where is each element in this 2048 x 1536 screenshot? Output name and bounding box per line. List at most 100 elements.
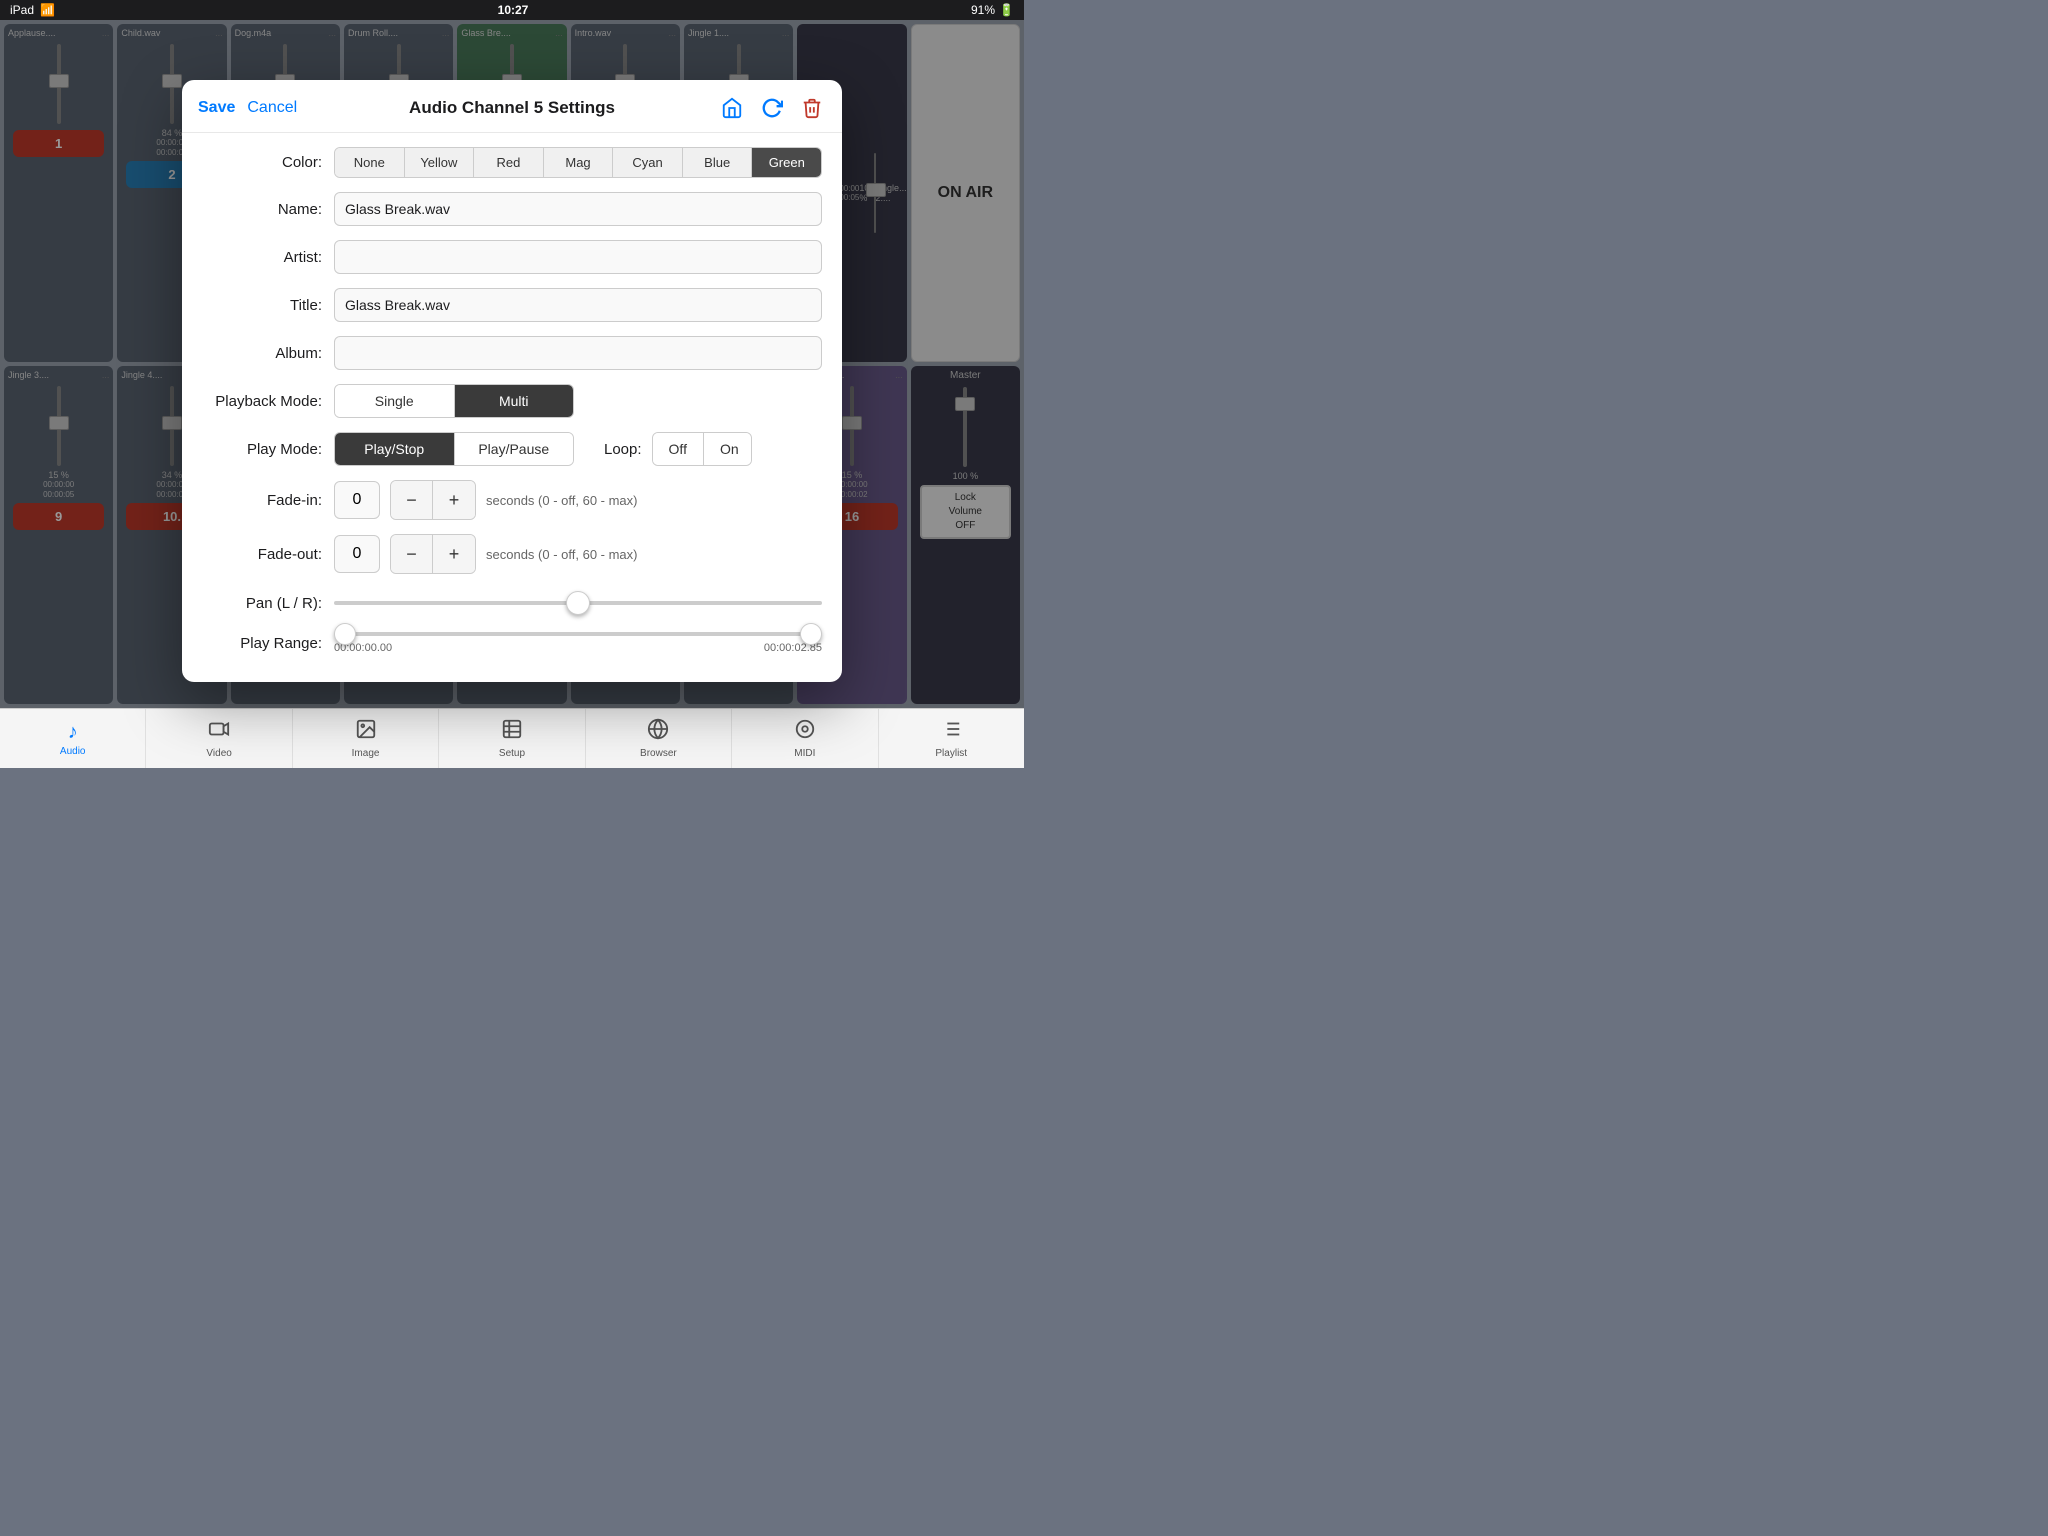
pan-label: Pan (L / R):	[202, 595, 322, 612]
fade-out-increment-button[interactable]: +	[433, 535, 475, 573]
tab-audio[interactable]: ♪ Audio	[0, 709, 146, 768]
trash-icon[interactable]	[798, 94, 826, 122]
color-yellow-button[interactable]: Yellow	[405, 148, 475, 177]
home-icon[interactable]	[718, 94, 746, 122]
tab-playlist[interactable]: Playlist	[879, 709, 1024, 768]
playback-multi-button[interactable]: Multi	[455, 385, 574, 417]
playback-mode-segmented: Single Multi	[334, 384, 574, 418]
name-input[interactable]	[334, 192, 822, 226]
play-range-control: 00:00:00.00 00:00:02.85	[334, 632, 822, 654]
fade-out-control: 0 − + seconds (0 - off, 60 - max)	[334, 534, 822, 574]
play-mode-label: Play Mode:	[202, 441, 322, 458]
color-red-button[interactable]: Red	[474, 148, 544, 177]
playback-mode-row: Playback Mode: Single Multi	[202, 384, 822, 418]
fade-in-row: Fade-in: 0 − + seconds (0 - off, 60 - ma…	[202, 480, 822, 520]
wifi-icon: 📶	[40, 3, 55, 17]
setup-icon	[501, 718, 523, 746]
pan-slider-thumb[interactable]	[566, 591, 590, 615]
play-range-labels: 00:00:00.00 00:00:02.85	[334, 642, 822, 654]
play-stop-button[interactable]: Play/Stop	[335, 433, 455, 465]
loop-label: Loop:	[604, 441, 642, 458]
title-control	[334, 288, 822, 322]
status-bar: iPad 📶 10:27 91% 🔋	[0, 0, 1024, 20]
artist-label: Artist:	[202, 249, 322, 266]
album-input[interactable]	[334, 336, 822, 370]
video-icon	[208, 718, 230, 746]
tab-midi-label: MIDI	[794, 748, 815, 759]
tab-image-label: Image	[352, 748, 380, 759]
battery-icon: 🔋	[999, 3, 1014, 17]
loop-segmented: Off On	[652, 432, 752, 466]
tab-image[interactable]: Image	[293, 709, 439, 768]
cancel-button[interactable]: Cancel	[247, 99, 297, 117]
status-time: 10:27	[498, 3, 529, 17]
dialog-title: Audio Channel 5 Settings	[318, 98, 706, 118]
play-range-label: Play Range:	[202, 635, 322, 652]
color-green-button[interactable]: Green	[752, 148, 821, 177]
tab-video[interactable]: Video	[146, 709, 292, 768]
fade-in-decrement-button[interactable]: −	[391, 481, 433, 519]
color-selector: None Yellow Red Mag Cyan Blue Green	[334, 147, 822, 178]
title-field-label: Title:	[202, 297, 322, 314]
tab-setup[interactable]: Setup	[439, 709, 585, 768]
play-range-row: Play Range: 00:00:00.00 00:00:02.85	[202, 632, 822, 654]
color-label: Color:	[202, 154, 322, 171]
fade-in-value: 0	[334, 481, 380, 519]
playmode-loop-row: Play/Stop Play/Pause Loop: Off On	[334, 432, 822, 466]
color-cyan-button[interactable]: Cyan	[613, 148, 683, 177]
tab-midi[interactable]: MIDI	[732, 709, 878, 768]
color-none-button[interactable]: None	[335, 148, 405, 177]
album-row: Album:	[202, 336, 822, 370]
pan-slider-track	[334, 601, 822, 605]
play-range-thumb-left[interactable]	[334, 623, 356, 645]
fade-out-hint: seconds (0 - off, 60 - max)	[486, 547, 638, 562]
dialog-header: Save Cancel Audio Channel 5 Settings	[182, 80, 842, 133]
album-control	[334, 336, 822, 370]
battery-label: 91%	[971, 3, 995, 17]
fade-out-decrement-button[interactable]: −	[391, 535, 433, 573]
fade-in-controls: 0 − + seconds (0 - off, 60 - max)	[334, 480, 822, 520]
color-row: Color: None Yellow Red Mag Cyan Blue Gre…	[202, 147, 822, 178]
settings-dialog: Save Cancel Audio Channel 5 Settings	[182, 80, 842, 682]
play-mode-segmented: Play/Stop Play/Pause	[334, 432, 574, 466]
color-control: None Yellow Red Mag Cyan Blue Green	[334, 147, 822, 178]
loop-off-button[interactable]: Off	[653, 433, 704, 465]
tab-video-label: Video	[206, 748, 231, 759]
midi-icon	[794, 718, 816, 746]
color-blue-button[interactable]: Blue	[683, 148, 753, 177]
image-icon	[355, 718, 377, 746]
fade-out-row: Fade-out: 0 − + seconds (0 - off, 60 - m…	[202, 534, 822, 574]
loop-on-button[interactable]: On	[704, 433, 752, 465]
browser-icon	[647, 718, 669, 746]
play-range-thumb-right[interactable]	[800, 623, 822, 645]
artist-row: Artist:	[202, 240, 822, 274]
playback-mode-label: Playback Mode:	[202, 393, 322, 410]
play-range-container: 00:00:00.00 00:00:02.85	[334, 632, 822, 654]
fade-out-controls: 0 − + seconds (0 - off, 60 - max)	[334, 534, 822, 574]
play-pause-button[interactable]: Play/Pause	[455, 433, 574, 465]
refresh-icon[interactable]	[758, 94, 786, 122]
fade-in-stepper: − +	[390, 480, 476, 520]
tab-browser[interactable]: Browser	[586, 709, 732, 768]
color-mag-button[interactable]: Mag	[544, 148, 614, 177]
play-mode-control: Play/Stop Play/Pause Loop: Off On	[334, 432, 822, 466]
dialog-header-right	[706, 94, 826, 122]
artist-input[interactable]	[334, 240, 822, 274]
playback-mode-control: Single Multi	[334, 384, 822, 418]
fade-out-value: 0	[334, 535, 380, 573]
playback-single-button[interactable]: Single	[335, 385, 455, 417]
dialog-header-left: Save Cancel	[198, 99, 318, 117]
artist-control	[334, 240, 822, 274]
fade-in-increment-button[interactable]: +	[433, 481, 475, 519]
fade-out-stepper: − +	[390, 534, 476, 574]
save-button[interactable]: Save	[198, 99, 235, 117]
pan-slider-container	[334, 588, 822, 618]
title-input[interactable]	[334, 288, 822, 322]
status-right: 91% 🔋	[971, 3, 1014, 17]
tab-bar: ♪ Audio Video Image	[0, 708, 1024, 768]
modal-overlay: Save Cancel Audio Channel 5 Settings	[0, 20, 1024, 708]
name-row: Name:	[202, 192, 822, 226]
fade-in-label: Fade-in:	[202, 492, 322, 509]
status-left: iPad 📶	[10, 3, 55, 17]
fade-in-control: 0 − + seconds (0 - off, 60 - max)	[334, 480, 822, 520]
